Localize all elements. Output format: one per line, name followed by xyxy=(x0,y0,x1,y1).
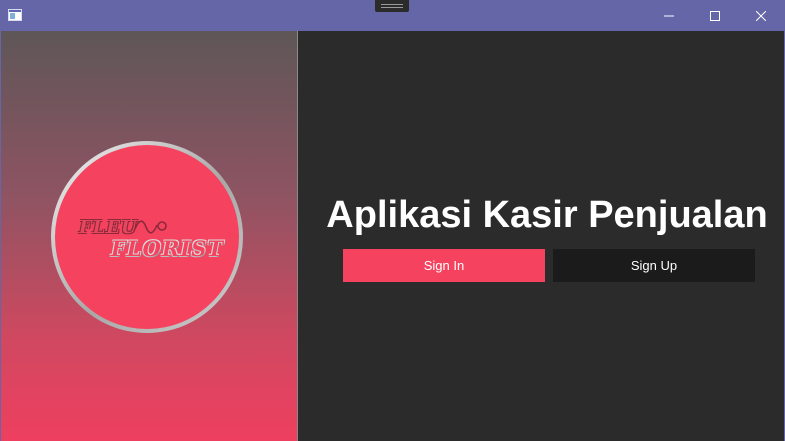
logo-circle: FLEU FLORIST xyxy=(55,145,239,329)
sign-up-button[interactable]: Sign Up xyxy=(553,249,755,282)
logo: FLEU FLORIST xyxy=(51,141,243,333)
close-button[interactable] xyxy=(738,0,784,31)
minimize-button[interactable] xyxy=(646,0,692,31)
logo-text-fleu: FLEU xyxy=(79,217,138,238)
logo-text-florist: FLORIST xyxy=(111,236,225,261)
main-panel: Aplikasi Kasir Penjualan Sign In Sign Up xyxy=(298,31,784,441)
branding-panel: FLEU FLORIST xyxy=(1,31,298,441)
minimize-icon xyxy=(664,15,674,16)
maximize-icon xyxy=(710,10,720,21)
close-icon xyxy=(756,10,766,21)
maximize-button[interactable] xyxy=(692,0,738,31)
page-title: Aplikasi Kasir Penjualan xyxy=(326,194,768,236)
flower-swirl-icon xyxy=(134,220,167,234)
drag-handle[interactable] xyxy=(375,0,409,12)
app-icon xyxy=(8,9,22,21)
title-bar[interactable] xyxy=(0,0,785,31)
sign-in-button[interactable]: Sign In xyxy=(343,249,545,282)
